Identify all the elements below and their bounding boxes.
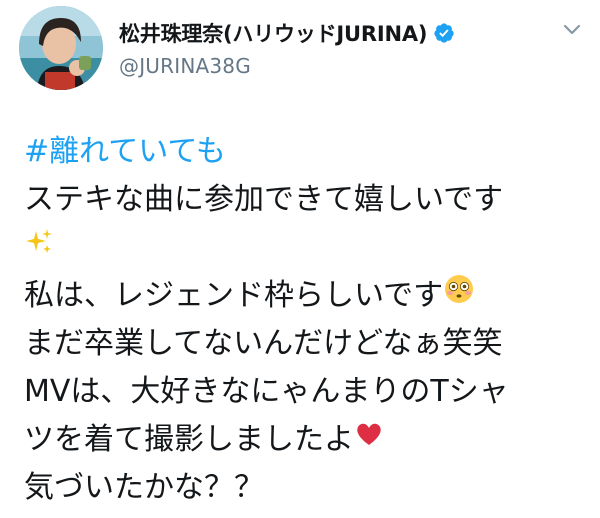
tweet-line-text: まだ卒業してないんだけどなぁ笑笑 <box>24 326 503 361</box>
author-handle[interactable]: @JURINA38G <box>119 54 251 78</box>
sparkles-icon <box>24 224 54 272</box>
avatar-photo <box>19 6 103 90</box>
tweet-line: まだ卒業してないんだけどなぁ笑笑 <box>24 320 584 368</box>
tweet-line: #離れていても <box>24 128 584 176</box>
avatar[interactable] <box>19 6 103 90</box>
tweet-header: 松井珠理奈(ハリウッドJURINA) @JURINA38G <box>19 6 584 90</box>
tweet-line-text: 気づいたかな？？ <box>24 470 264 505</box>
tweet-line-text: ステキな曲に参加できて嬉しいです <box>24 182 504 217</box>
tweet-line-text: ツを着て撮影しましたよ <box>24 422 354 457</box>
tweet-text: #離れていても ステキな曲に参加できて嬉しいです ✨ 私は、レジェンド枠らしいで… <box>24 128 584 512</box>
tweet-line: ツを着て撮影しましたよ ❤️ <box>24 416 584 464</box>
verified-badge-icon <box>433 22 455 44</box>
hashtag-link[interactable]: #離れていても <box>24 128 226 176</box>
chevron-down-icon[interactable] <box>561 18 583 40</box>
display-name[interactable]: 松井珠理奈(ハリウッドJURINA) <box>119 18 427 48</box>
flushed-face-icon <box>443 272 475 320</box>
tweet-line: ステキな曲に参加できて嬉しいです <box>24 176 584 224</box>
tweet-line: ✨ <box>24 224 584 272</box>
tweet-line-text: 私は、レジェンド枠らしいです <box>24 278 444 313</box>
red-heart-icon <box>354 416 384 464</box>
tweet-line-text: MVは、大好きなにゃんまりのTシャ <box>24 374 509 409</box>
name-row: 松井珠理奈(ハリウッドJURINA) <box>119 18 455 48</box>
tweet-line: 私は、レジェンド枠らしいです 😳 <box>24 272 584 320</box>
tweet-line: 気づいたかな？？ <box>24 464 584 512</box>
tweet-line: MVは、大好きなにゃんまりのTシャ <box>24 368 584 416</box>
